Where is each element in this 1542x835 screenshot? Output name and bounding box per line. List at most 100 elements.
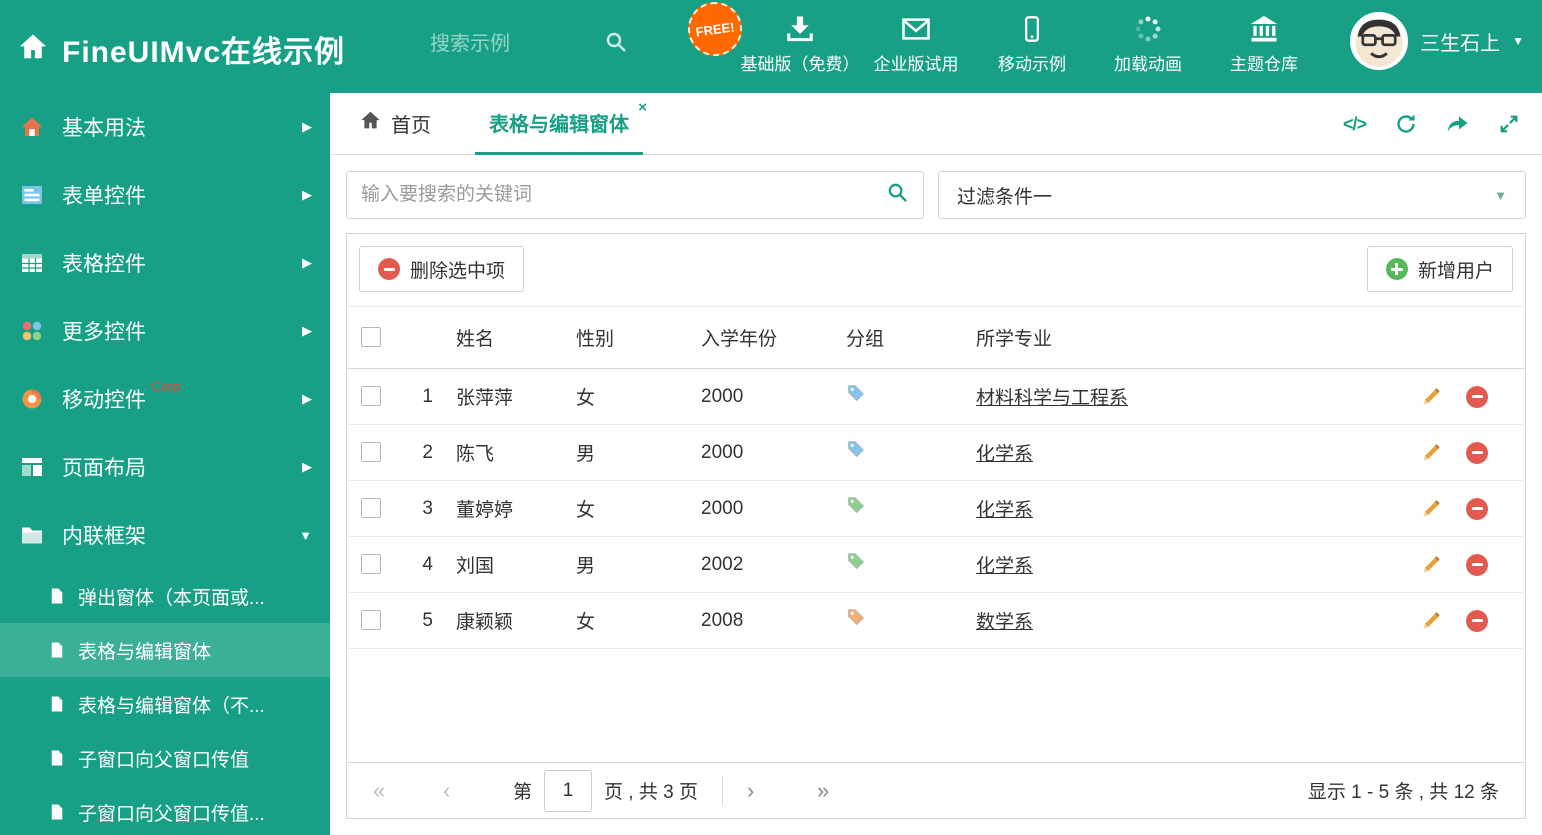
edit-pencil-icon[interactable] [1420,554,1442,576]
nav-item-loading-animation[interactable]: 加载动画 [1090,10,1206,75]
content: 过滤条件一 ▼ 删除选中项 新增用户 [330,155,1542,835]
major-link[interactable]: 化学系 [976,444,1033,465]
cell-name: 董婷婷 [441,480,561,537]
sidebar-subitem-label: 弹出窗体（本页面或... [78,587,265,609]
user-menu[interactable]: 三生石上 ▼ [1350,12,1524,70]
edit-pencil-icon[interactable] [1420,498,1442,520]
delete-row-icon[interactable] [1466,609,1488,632]
edit-pencil-icon[interactable] [1420,610,1442,632]
major-link[interactable]: 化学系 [976,500,1033,521]
sidebar-subitem-child-to-parent[interactable]: 子窗口向父窗口传值 [0,731,330,785]
delete-row-icon[interactable] [1466,385,1488,408]
prev-page-button[interactable]: ‹ [443,778,513,804]
cell-name: 张萍萍 [441,368,561,425]
sidebar-item-iframe[interactable]: 内联框架 ▼ [0,501,330,569]
file-icon [48,749,66,767]
tab-home[interactable]: 首页 [360,109,431,138]
cell-gender: 男 [561,424,686,481]
nav-label: 主题仓库 [1230,55,1298,74]
column-header-year: 入学年份 [686,306,831,369]
refresh-icon[interactable] [1394,112,1418,136]
sidebar-subitem-popup-window[interactable]: 弹出窗体（本页面或... [0,569,330,623]
chevron-right-icon: ▶ [302,323,312,338]
row-checkbox[interactable] [361,442,381,463]
close-icon[interactable]: × [638,99,647,116]
sidebar-subitem-grid-edit-window-2[interactable]: 表格与编辑窗体（不... [0,677,330,731]
row-index: 3 [401,480,441,537]
search-icon[interactable] [604,30,628,59]
record-summary: 显示 1 - 5 条 , 共 12 条 [1307,782,1499,803]
data-table: 姓名 性别 入学年份 分组 所学专业 1 张萍萍 女 2000 材料科学与工程系… [347,306,1526,649]
tag-icon [846,384,866,404]
column-header-group: 分组 [831,306,961,369]
avatar [1350,12,1409,70]
keyword-search-input[interactable] [361,184,886,206]
table-icon [20,251,46,275]
house-icon [20,115,46,139]
layout-icon [20,455,46,479]
major-link[interactable]: 材料科学与工程系 [976,388,1128,409]
tag-icon [846,608,866,628]
row-checkbox[interactable] [361,498,381,519]
next-page-button[interactable]: › [747,778,817,804]
delete-row-icon[interactable] [1466,553,1488,576]
sidebar-subitem-label: 子窗口向父窗口传值... [78,803,265,825]
sidebar-subitem-grid-edit-window[interactable]: 表格与编辑窗体 [0,623,330,677]
major-link[interactable]: 化学系 [976,556,1033,577]
delete-row-icon[interactable] [1466,441,1488,464]
cell-year: 2008 [686,592,831,649]
column-header-gender: 性别 [561,306,686,369]
row-checkbox[interactable] [361,554,381,575]
home-icon [18,32,48,67]
nav-item-mobile-demo[interactable]: 移动示例 [974,10,1090,75]
edit-pencil-icon[interactable] [1420,442,1442,464]
column-header-actions [1399,306,1526,369]
delete-row-icon[interactable] [1466,497,1488,520]
major-link[interactable]: 数学系 [976,612,1033,633]
row-index: 2 [401,424,441,481]
nav-label: 移动示例 [998,55,1066,74]
sidebar-item-form-controls[interactable]: 表单控件 ▶ [0,161,330,229]
nav-item-enterprise-trial[interactable]: 企业版试用 [858,10,974,75]
nav-item-basic-edition[interactable]: 基础版（免费） [741,10,860,75]
fullscreen-icon[interactable] [1498,113,1520,135]
cell-name: 康颖颖 [441,592,561,649]
row-checkbox[interactable] [361,610,381,631]
share-forward-icon[interactable] [1446,112,1470,136]
last-page-button[interactable]: » [817,778,887,804]
tag-icon [846,496,866,516]
sidebar-subitem-child-to-parent-2[interactable]: 子窗口向父窗口传值... [0,785,330,835]
cell-gender: 女 [561,368,686,425]
corp-badge: Corp [152,379,181,394]
sidebar-item-label: 基本用法 [62,117,146,140]
delete-selected-button[interactable]: 删除选中项 [359,246,525,292]
source-code-icon[interactable]: </> [1343,114,1367,135]
select-all-checkbox[interactable] [361,327,381,348]
column-header-major: 所学专业 [961,306,1399,369]
first-page-button[interactable]: « [373,778,443,804]
sidebar-item-mobile-controls[interactable]: 移动控件 Corp ▶ [0,365,330,433]
header: FineUIMvc在线示例 FREE! 基础版（免费） 企业版试用 [0,0,1542,93]
edit-pencil-icon[interactable] [1420,386,1442,408]
download-icon [785,10,815,44]
keyword-search-box [346,171,924,219]
add-user-button[interactable]: 新增用户 [1366,246,1513,292]
page-number-input[interactable] [544,769,593,812]
tab-grid-edit-window[interactable]: 表格与编辑窗体 × [475,93,647,155]
brand[interactable]: FineUIMvc在线示例 [18,27,345,71]
sidebar-item-more-controls[interactable]: 更多控件 ▶ [0,297,330,365]
search-icon[interactable] [886,181,909,209]
sidebar-item-basic-usage[interactable]: 基本用法 ▶ [0,93,330,161]
free-badge[interactable]: FREE! [684,0,746,60]
sidebar-item-page-layout[interactable]: 页面布局 ▶ [0,433,330,501]
chevron-right-icon: ▶ [302,255,312,270]
form-icon [20,183,46,207]
sidebar-item-grid-controls[interactable]: 表格控件 ▶ [0,229,330,297]
header-search-input[interactable] [430,33,590,56]
table-row: 1 张萍萍 女 2000 材料科学与工程系 [347,368,1526,425]
sidebar-item-label: 页面布局 [62,457,146,480]
row-checkbox[interactable] [361,386,381,407]
filter-dropdown[interactable]: 过滤条件一 ▼ [938,171,1526,219]
nav-item-theme-store[interactable]: 主题仓库 [1206,10,1322,75]
mobile-controls-icon [20,387,46,411]
